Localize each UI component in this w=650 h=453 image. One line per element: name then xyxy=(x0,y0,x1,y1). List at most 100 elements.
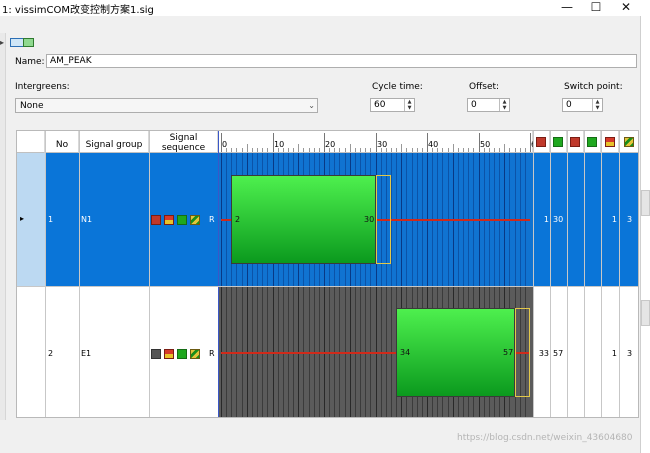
row-green-start[interactable]: 57 xyxy=(553,349,563,358)
time-minor-tick xyxy=(355,148,356,152)
minimize-button[interactable]: — xyxy=(552,0,582,16)
left-splitter[interactable] xyxy=(0,33,6,453)
header-red-start[interactable] xyxy=(533,131,550,153)
cycle-time-value: 60 xyxy=(374,100,386,110)
time-minor-tick xyxy=(463,148,464,152)
row-signal-group[interactable]: E1 xyxy=(81,349,91,358)
header-amber[interactable] xyxy=(619,131,638,153)
row-signal-group[interactable]: N1 xyxy=(81,215,92,224)
amber-icon xyxy=(190,349,200,359)
row-signal-sequence[interactable] xyxy=(151,348,211,360)
close-button[interactable]: ✕ xyxy=(611,0,641,16)
row-red-amber[interactable]: 1 xyxy=(607,349,617,358)
spin-down-icon[interactable]: ▼ xyxy=(500,105,509,111)
time-minor-tick xyxy=(525,148,526,152)
time-minor-tick xyxy=(422,148,423,152)
offset-label: Offset: xyxy=(469,82,500,92)
maximize-button[interactable]: ☐ xyxy=(581,0,611,16)
time-minor-tick xyxy=(329,148,330,152)
row-signal-sequence[interactable] xyxy=(151,214,211,226)
time-minor-tick xyxy=(283,148,284,152)
time-minor-tick xyxy=(406,148,407,152)
row-red-start[interactable]: 33 xyxy=(535,349,549,358)
spin-down-icon[interactable]: ▼ xyxy=(593,105,602,111)
time-minor-tick xyxy=(437,148,438,152)
header-signal-sequence[interactable]: Signal sequence xyxy=(149,131,218,153)
green-start-label: 2 xyxy=(235,215,241,224)
time-minor-tick xyxy=(288,148,289,152)
column-divider xyxy=(584,131,585,417)
time-minor-tick xyxy=(303,148,304,152)
time-minor-tick xyxy=(314,148,315,152)
header-red-end[interactable] xyxy=(567,131,584,153)
right-panel-tab[interactable] xyxy=(641,190,650,216)
red-amber-icon xyxy=(164,215,174,225)
time-minor-tick xyxy=(432,148,433,152)
row-timeline[interactable]: 2 30 xyxy=(218,153,533,286)
header-signal-sequence-label-2: sequence xyxy=(161,143,206,153)
time-minor-tick xyxy=(334,148,335,152)
time-minor-tick xyxy=(278,148,279,152)
column-divider xyxy=(149,131,150,417)
time-minor-tick xyxy=(484,148,485,152)
green-phase-block[interactable] xyxy=(231,175,376,264)
green-signal-icon xyxy=(177,349,187,359)
header-signal-group[interactable]: Signal group xyxy=(79,131,149,153)
row-state-letter: R xyxy=(209,215,215,224)
time-tick-mark xyxy=(530,133,531,152)
time-axis-ticks: 0102030405060 xyxy=(218,131,541,153)
right-panel-tab[interactable] xyxy=(641,300,650,326)
intergreens-label: Intergreens: xyxy=(15,82,70,92)
time-minor-tick xyxy=(262,148,263,152)
time-minor-tick xyxy=(231,148,232,152)
cycle-time-spinner[interactable]: 60 ▲ ▼ xyxy=(370,98,415,112)
spinner-buttons: ▲ ▼ xyxy=(499,99,509,111)
header-green-start[interactable] xyxy=(550,131,567,153)
time-tick-mark xyxy=(273,133,274,152)
time-minor-tick xyxy=(417,148,418,152)
spin-down-icon[interactable]: ▼ xyxy=(405,105,414,111)
time-minor-tick xyxy=(442,148,443,152)
row-state-letter: R xyxy=(209,349,215,358)
row-red-start[interactable]: 1 xyxy=(537,215,549,224)
offset-spinner[interactable]: 0 ▲ ▼ xyxy=(467,98,510,112)
header-red-amber[interactable] xyxy=(601,131,619,153)
row-indicator-cell[interactable]: ▸ xyxy=(17,153,45,286)
time-minor-tick xyxy=(267,148,268,152)
intergreens-dropdown[interactable]: None ⌄ xyxy=(15,98,318,113)
time-minor-tick xyxy=(252,148,253,152)
time-tick-mark xyxy=(221,133,222,152)
row-amber[interactable]: 3 xyxy=(627,349,632,358)
header-green-end[interactable] xyxy=(584,131,601,153)
switch-point-label: Switch point: xyxy=(564,82,623,92)
time-minor-tick xyxy=(494,148,495,152)
row-amber[interactable]: 3 xyxy=(627,215,632,224)
signal-program-icon[interactable] xyxy=(10,38,24,47)
row-red-amber[interactable]: 1 xyxy=(607,215,617,224)
name-label: Name: xyxy=(15,57,45,67)
green-phase-block[interactable] xyxy=(396,308,515,397)
chevron-down-icon: ⌄ xyxy=(308,101,315,110)
amber-phase-block xyxy=(515,308,530,397)
row-divider xyxy=(17,286,638,287)
time-minor-tick xyxy=(520,148,521,152)
time-minor-tick xyxy=(401,144,402,152)
time-minor-tick xyxy=(468,148,469,152)
time-minor-tick xyxy=(339,148,340,152)
time-minor-tick xyxy=(381,148,382,152)
name-input[interactable]: AM_PEAK xyxy=(46,54,637,68)
red-signal-icon xyxy=(151,215,161,225)
signal-sequence-icon[interactable] xyxy=(23,38,34,47)
row-green-start[interactable]: 30 xyxy=(553,215,563,224)
row-no: 2 xyxy=(48,349,54,358)
time-minor-tick xyxy=(453,144,454,152)
row-timeline[interactable]: 34 57 xyxy=(218,286,533,417)
toolbar-expand-icon[interactable]: ▸ xyxy=(0,38,4,47)
time-minor-tick xyxy=(226,148,227,152)
time-minor-tick xyxy=(448,148,449,152)
header-row-indicator xyxy=(17,131,45,153)
time-minor-tick xyxy=(242,148,243,152)
header-no[interactable]: No xyxy=(45,131,79,153)
time-minor-tick xyxy=(473,148,474,152)
switch-point-spinner[interactable]: 0 ▲ ▼ xyxy=(562,98,603,112)
